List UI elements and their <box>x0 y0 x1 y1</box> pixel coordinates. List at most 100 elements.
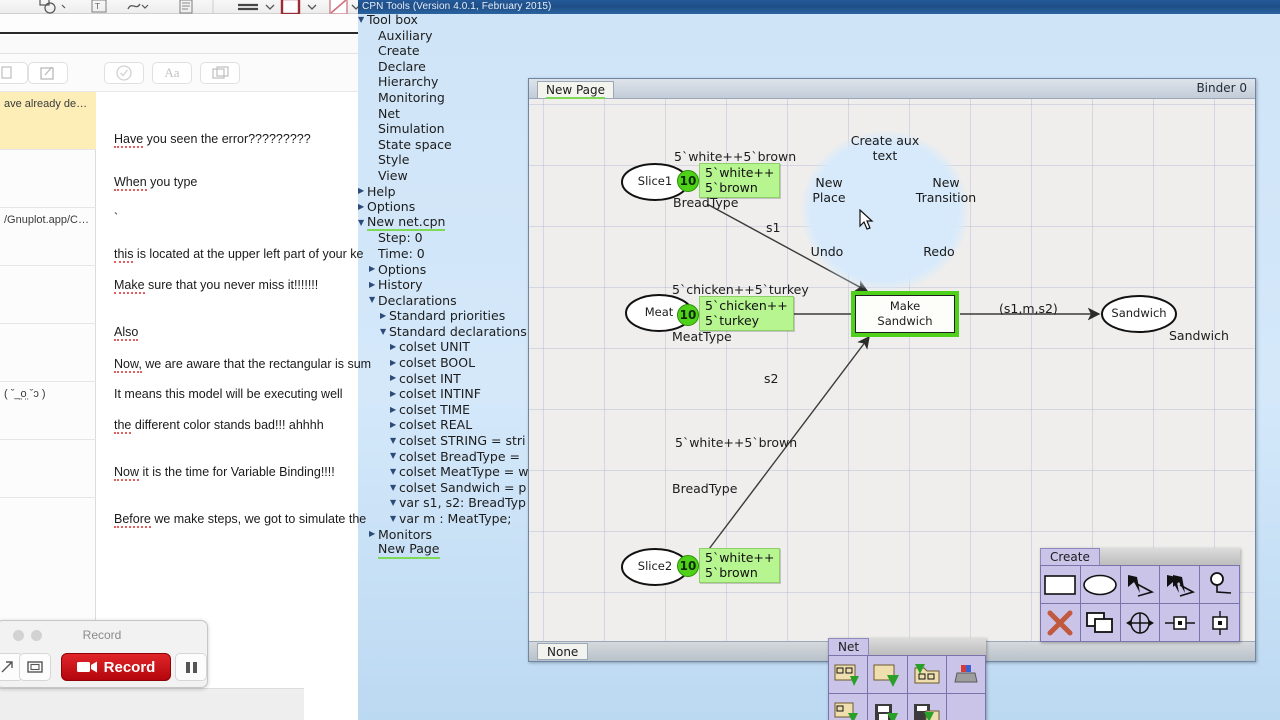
chevron-down-icon[interactable] <box>390 499 399 507</box>
status-tab-none[interactable]: None <box>537 643 589 660</box>
chevron-down-icon[interactable] <box>358 16 367 24</box>
tool-delete[interactable] <box>1041 604 1080 641</box>
menu-item-create-aux-text[interactable]: Create aux text <box>835 133 935 163</box>
chevron-right-icon[interactable] <box>390 406 399 414</box>
tree-node-declaration[interactable]: colset MeatType = w <box>356 464 538 480</box>
tree-node-toolbox-item[interactable]: Create <box>356 43 538 59</box>
chevron-right-icon[interactable] <box>390 359 399 367</box>
tree-node-toolbox[interactable]: Tool box <box>356 12 538 28</box>
tree-node-declaration[interactable]: colset REAL <box>356 417 538 433</box>
tree-node-options[interactable]: Options <box>356 199 538 215</box>
radial-marking-menu[interactable]: Create aux text New Place New Transition… <box>801 131 976 291</box>
copy-button[interactable] <box>0 62 28 84</box>
page-tab-new-page[interactable]: New Page <box>537 81 615 99</box>
chevron-right-icon[interactable] <box>369 530 378 538</box>
tree-node-toolbox-item[interactable]: Style <box>356 152 538 168</box>
chevron-down-icon[interactable] <box>369 296 378 304</box>
tool-move[interactable] <box>1120 604 1160 641</box>
tree-node-declaration[interactable]: var m : MeatType; <box>356 511 538 527</box>
notes-sidebar[interactable]: ave already de… /Gnuplot.app/C… ( ˇ_̤ο̤ ˇɔ… <box>0 92 96 622</box>
palette-tab-create[interactable]: Create <box>1040 548 1100 565</box>
tree-node-toolbox-item[interactable]: State space <box>356 137 538 153</box>
tree-node-toolbox-item[interactable]: Declare <box>356 59 538 75</box>
tree-node-toolbox-item[interactable]: Hierarchy <box>356 74 538 90</box>
chevron-down-icon[interactable] <box>358 219 367 227</box>
tree-node-declaration[interactable]: colset BreadType = <box>356 449 538 465</box>
palette-net[interactable]: Net <box>828 638 986 720</box>
chevron-right-icon[interactable] <box>358 203 367 211</box>
chevron-right-icon[interactable] <box>390 343 399 351</box>
sidebar-list-item[interactable]: ave already de… <box>0 92 96 150</box>
sidebar-list-item[interactable] <box>0 440 96 498</box>
tool-net-copy[interactable] <box>829 694 868 720</box>
tool-ellipse[interactable] <box>1080 566 1120 603</box>
tree-node-toolbox-item[interactable]: Net <box>356 106 538 122</box>
chevron-down-icon[interactable] <box>380 328 389 336</box>
tree-node-monitors[interactable]: Monitors <box>356 527 538 543</box>
tool-clone[interactable] <box>1080 604 1120 641</box>
sidebar-list-item[interactable] <box>0 150 96 208</box>
tool-open-net[interactable] <box>829 656 868 693</box>
layers-button[interactable] <box>200 62 240 84</box>
menu-item-new-place[interactable]: New Place <box>797 175 861 205</box>
place-sandwich[interactable]: Sandwich <box>1101 295 1177 333</box>
tree-node-standard-declarations[interactable]: Standard declarations <box>356 324 538 340</box>
sidebar-list-item[interactable] <box>0 324 96 382</box>
chevron-right-icon[interactable] <box>390 390 399 398</box>
chevron-right-icon[interactable] <box>380 312 389 320</box>
tree-node-toolbox-item[interactable]: Auxiliary <box>356 28 538 44</box>
tree-node-net-options[interactable]: Options <box>356 262 538 278</box>
tree-node-declaration[interactable]: colset TIME <box>356 402 538 418</box>
tree-node-declarations[interactable]: Declarations <box>356 293 538 309</box>
chevron-right-icon[interactable] <box>369 265 378 273</box>
tool-arc-single[interactable] <box>1120 566 1160 603</box>
tree-node-standard-priorities[interactable]: Standard priorities <box>356 308 538 324</box>
tree-node-toolbox-item[interactable]: Simulation <box>356 121 538 137</box>
tree-node-net-file[interactable]: New net.cpn <box>356 214 538 232</box>
sidebar-list-item[interactable]: ( ˇ_̤ο̤ ˇɔ ) <box>0 382 96 440</box>
transition-make-sandwich[interactable]: Make Sandwich <box>851 291 959 337</box>
tree-node-history[interactable]: History <box>356 277 538 293</box>
tree-node-new-page[interactable]: New Page <box>356 541 538 559</box>
compose-button[interactable] <box>28 62 68 84</box>
tool-rectangle[interactable] <box>1041 566 1080 603</box>
tool-net-page[interactable] <box>907 656 946 693</box>
tree-node-help[interactable]: Help <box>356 184 538 200</box>
chevron-down-icon[interactable] <box>390 484 399 492</box>
tool-vresize[interactable] <box>1200 604 1239 641</box>
tree-node-declaration[interactable]: colset INTINF <box>356 386 538 402</box>
tree-node-declaration[interactable]: colset STRING = stri <box>356 433 538 449</box>
tree-node-declaration[interactable]: colset BOOL <box>356 355 538 371</box>
record-button[interactable]: Record <box>61 653 171 681</box>
palette-create[interactable]: Create <box>1040 548 1240 642</box>
sidebar-list-item[interactable] <box>0 266 96 324</box>
tool-save-net[interactable] <box>868 694 907 720</box>
pause-button[interactable] <box>175 653 207 681</box>
sidebar-list-item[interactable]: /Gnuplot.app/C… <box>0 208 96 266</box>
screen-capture-button[interactable] <box>19 653 51 681</box>
font-button[interactable]: Aa <box>152 62 192 84</box>
chevron-right-icon[interactable] <box>369 281 378 289</box>
tool-load-hierarchy[interactable] <box>946 656 985 693</box>
chevron-right-icon[interactable] <box>358 187 367 195</box>
chevron-right-icon[interactable] <box>390 374 399 382</box>
chevron-down-icon[interactable] <box>390 468 399 476</box>
chevron-right-icon[interactable] <box>390 421 399 429</box>
tool-arc-double[interactable] <box>1160 566 1200 603</box>
chevron-down-icon[interactable] <box>390 515 399 523</box>
tool-blank[interactable] <box>946 694 985 720</box>
chevron-down-icon[interactable] <box>390 452 399 460</box>
checkmark-button[interactable] <box>104 62 144 84</box>
tree-node-declaration[interactable]: colset Sandwich = p <box>356 480 538 496</box>
tool-hresize[interactable] <box>1160 604 1200 641</box>
menu-item-undo[interactable]: Undo <box>795 244 859 259</box>
tool-save-as-net[interactable] <box>907 694 946 720</box>
tree-node-toolbox-item[interactable]: View <box>356 168 538 184</box>
menu-item-redo[interactable]: Redo <box>907 244 971 259</box>
tree-node-toolbox-item[interactable]: Monitoring <box>356 90 538 106</box>
palette-tab-net[interactable]: Net <box>828 638 870 655</box>
tool-magnifier[interactable] <box>1200 566 1239 603</box>
tree-node-declaration[interactable]: var s1, s2: BreadTyp <box>356 495 538 511</box>
tree-node-declaration[interactable]: colset INT <box>356 371 538 387</box>
chevron-down-icon[interactable] <box>390 437 399 445</box>
